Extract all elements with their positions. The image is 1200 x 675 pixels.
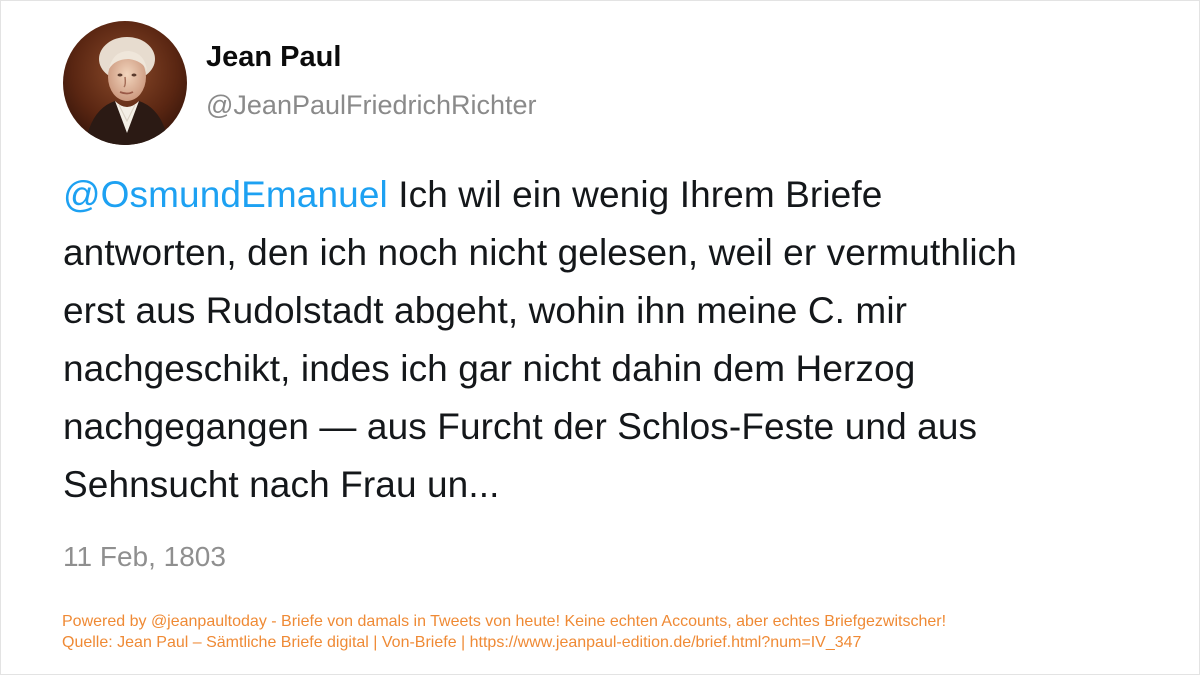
source-text: Quelle: Jean Paul – Sämtliche Briefe dig… [62, 634, 862, 651]
mention-link[interactable]: @OsmundEmanuel [63, 174, 388, 215]
tweet-line-4: nachgeschikt, indes ich gar nicht dahin … [63, 348, 916, 389]
tweet-line-2: antworten, den ich noch nicht gelesen, w… [63, 232, 1017, 273]
footer: Powered by @jeanpaultoday - Briefe von d… [62, 611, 946, 653]
tweet-date: 11 Feb, 1803 [63, 541, 226, 572]
powered-by-text: Powered by @jeanpaultoday - Briefe von d… [62, 613, 947, 630]
portrait-avatar[interactable] [63, 21, 187, 145]
author-display-name[interactable]: Jean Paul [206, 41, 341, 74]
tweet-line-6: Sehnsucht nach Frau un... [63, 464, 500, 505]
tweet-line-3: erst aus Rudolstadt abgeht, wohin ihn me… [63, 290, 908, 331]
tweet-text-segment: Ich wil ein wenig Ihrem Briefe [387, 174, 883, 215]
tweet-line-5: nachgegangen — aus Furcht der Schlos-Fes… [63, 406, 978, 447]
author-handle[interactable]: @JeanPaulFriedrichRichter [206, 90, 537, 121]
portrait-icon [63, 21, 187, 145]
tweet-body: @OsmundEmanuel Ich wil ein wenig Ihrem B… [63, 166, 1173, 514]
tweet-card: Jean Paul @JeanPaulFriedrichRichter @Osm… [0, 0, 1200, 675]
tweet-line-1: @OsmundEmanuel Ich wil ein wenig Ihrem B… [63, 166, 1173, 224]
